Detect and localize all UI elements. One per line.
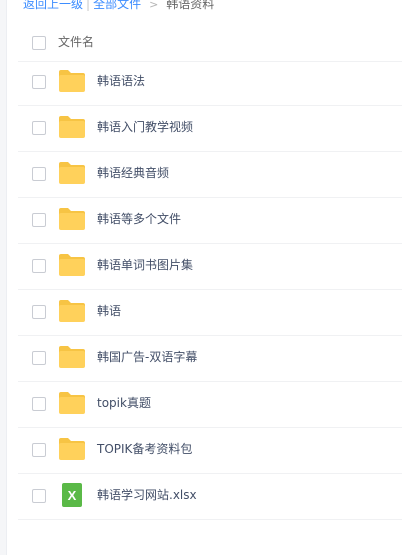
file-browser: 返回上一级 | 全部文件 > 韩语资料 文件名 韩语语法 韩语入门教学视频 韩语经典音频 韩语… [0,0,402,555]
column-header-filename[interactable]: 文件名 [58,33,94,51]
row-checkbox[interactable] [32,75,46,89]
file-name[interactable]: 韩语等多个文件 [97,210,181,228]
row-checkbox[interactable] [32,443,46,457]
file-row[interactable]: TOPIK备考资料包 [18,428,402,474]
all-files-link[interactable]: 全部文件 [93,0,141,11]
excel-file-icon: X [58,483,86,507]
breadcrumb: 返回上一级 | 全部文件 > 韩语资料 [23,0,214,13]
breadcrumb-current: 韩语资料 [166,0,215,11]
file-row[interactable]: 韩语入门教学视频 [18,106,402,152]
row-checkbox[interactable] [32,121,46,135]
file-name[interactable]: 韩语语法 [97,72,145,90]
row-checkbox[interactable] [32,305,46,319]
excel-badge-letter: X [68,488,77,503]
file-row[interactable]: 韩语经典音频 [18,152,402,198]
folder-icon [58,437,86,461]
file-row[interactable]: 韩语等多个文件 [18,198,402,244]
file-row[interactable]: 韩语语法 [18,60,402,106]
row-checkbox[interactable] [32,167,46,181]
file-row[interactable]: 韩语 [18,290,402,336]
row-checkbox[interactable] [32,213,46,227]
file-name[interactable]: 韩语单词书图片集 [97,256,193,274]
folder-icon [58,207,86,231]
file-name[interactable]: topik真题 [97,394,151,412]
back-link[interactable]: 返回上一级 [23,0,83,11]
row-checkbox[interactable] [32,489,46,503]
file-row[interactable]: 韩国广告-双语字幕 [18,336,402,382]
folder-icon [58,299,86,323]
row-checkbox[interactable] [32,351,46,365]
select-all-checkbox[interactable] [32,36,46,50]
folder-icon [58,253,86,277]
file-name[interactable]: 韩语学习网站.xlsx [97,486,197,504]
file-name[interactable]: TOPIK备考资料包 [97,440,192,458]
breadcrumb-arrow-separator: > [149,0,159,11]
file-row[interactable]: X 韩语学习网站.xlsx [18,474,402,520]
folder-icon [58,161,86,185]
file-row[interactable]: topik真题 [18,382,402,428]
file-row[interactable]: 韩语单词书图片集 [18,244,402,290]
row-checkbox[interactable] [32,397,46,411]
folder-icon [58,345,86,369]
breadcrumb-bar-separator: | [86,0,91,11]
row-checkbox[interactable] [32,259,46,273]
folder-icon [58,69,86,93]
file-name[interactable]: 韩语入门教学视频 [97,118,193,136]
folder-icon [58,391,86,415]
file-list-header: 文件名 [18,23,402,62]
file-name[interactable]: 韩语 [97,302,121,320]
sidebar-edge [0,0,7,555]
file-name[interactable]: 韩语经典音频 [97,164,169,182]
file-name[interactable]: 韩国广告-双语字幕 [97,348,197,366]
folder-icon [58,115,86,139]
file-list: 韩语语法韩语入门教学视频 韩语经典音频 韩语等多个文件 韩语单词书图片集 韩语韩国广告-… [18,60,402,520]
